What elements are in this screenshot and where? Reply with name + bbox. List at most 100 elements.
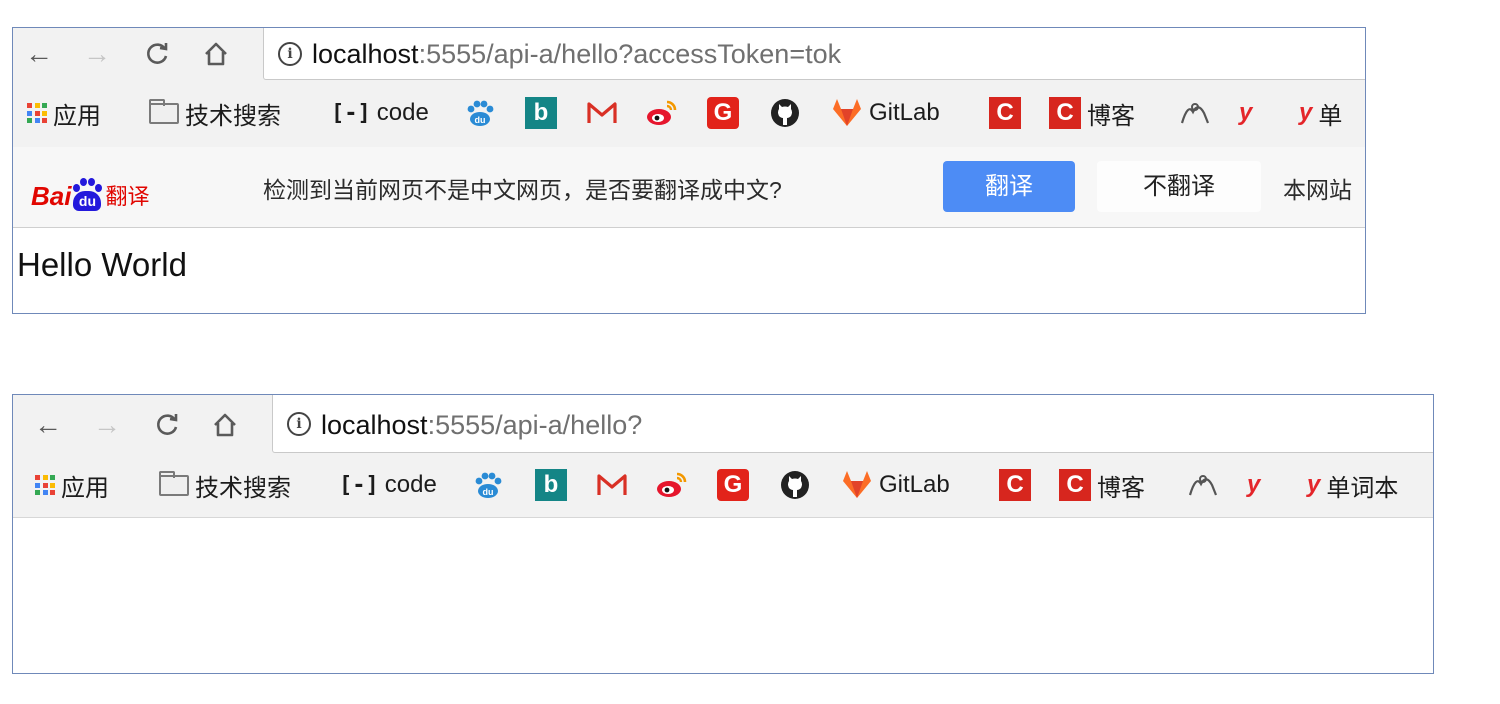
bookmark-weibo[interactable] [655, 467, 689, 503]
url-host: localhost [321, 410, 428, 440]
bookmark-gmail[interactable] [585, 95, 619, 131]
folder-icon [159, 470, 189, 496]
bookmark-code[interactable]: [-] code [331, 95, 429, 131]
svg-text:du: du [483, 487, 494, 497]
this-site-option[interactable]: 本网站 [1283, 171, 1352, 205]
reload-button[interactable] [139, 36, 175, 72]
bookmark-label: code [384, 471, 437, 498]
baidu-paw-icon: du [467, 100, 494, 126]
bookmark-label: GitLab [869, 99, 940, 126]
apps-grid-icon [27, 103, 47, 123]
bookmark-label: 应用 [53, 102, 101, 130]
bookmark-folder-tech-search[interactable]: 技术搜索 [149, 95, 281, 131]
bookmark-label: 应用 [61, 474, 109, 502]
home-button[interactable] [207, 407, 243, 443]
address-bar[interactable]: i localhost:5555/api-a/hello?accessToken… [263, 28, 1365, 80]
bookmark-bing[interactable]: b [525, 95, 557, 131]
bookmark-apps[interactable]: 应用 [27, 95, 101, 131]
bookmark-baidu[interactable]: du [473, 467, 503, 503]
bookmark-gitlab[interactable]: GitLab [841, 467, 950, 503]
baidu-paw-icon: du [475, 472, 502, 498]
translate-question: 检测到当前网页不是中文网页，是否要翻译成中文? [263, 177, 782, 203]
bookmark-label: GitLab [879, 471, 950, 498]
page-content-text: Hello World [17, 246, 187, 283]
bookmark-gitlab[interactable]: GitLab [831, 95, 940, 131]
url-text[interactable]: localhost:5555/api-a/hello?accessToken=t… [312, 38, 841, 70]
bookmark-apps[interactable]: 应用 [35, 467, 109, 503]
github-icon [781, 471, 809, 499]
csdn-blog-icon: C [1049, 97, 1081, 129]
bookmark-gmail[interactable] [595, 467, 629, 503]
bookmark-blog[interactable]: C 博客 [1059, 467, 1145, 503]
youdao-icon: y [1247, 471, 1261, 498]
back-button[interactable]: ← [30, 407, 66, 443]
weibo-icon [647, 100, 677, 125]
csdn-icon: C [989, 97, 1021, 129]
reload-icon [147, 43, 168, 64]
bookmark-blog[interactable]: C 博客 [1049, 95, 1135, 131]
folder-icon [149, 98, 179, 124]
translate-button[interactable]: 翻译 [943, 161, 1075, 212]
home-button[interactable] [198, 36, 234, 72]
baidu-paw-icon: du [73, 178, 103, 211]
bookmark-weibo[interactable] [645, 95, 679, 131]
toolbar: ← → i localhost:5555/api-a/hello? [13, 395, 1433, 453]
bookmark-label: 博客 [1097, 474, 1145, 502]
shanbay-icon [1188, 475, 1218, 496]
apps-grid-icon [35, 475, 55, 495]
bookmark-shanbay[interactable] [1179, 95, 1211, 131]
url-text[interactable]: localhost:5555/api-a/hello? [321, 409, 642, 441]
gmail-icon [587, 102, 617, 123]
bookmark-label: code [376, 99, 429, 126]
bookmark-youdao[interactable]: y [1247, 467, 1260, 503]
bookmark-vocab[interactable]: y 单 [1299, 95, 1342, 131]
bookmark-bing[interactable]: b [535, 467, 567, 503]
home-icon [205, 42, 227, 66]
forward-button[interactable]: → [79, 36, 115, 72]
bookmark-g[interactable]: G [707, 95, 739, 131]
baidu-translate-logo: Bai du 翻译 [31, 163, 149, 211]
toolbar: ← → i localhost:5555/api-a/hello?accessT… [13, 28, 1365, 81]
bookmark-code[interactable]: [-] code [339, 467, 437, 503]
bookmark-github[interactable] [779, 467, 811, 503]
no-translate-button[interactable]: 不翻译 [1097, 161, 1261, 212]
svg-text:du: du [475, 115, 486, 125]
youdao-icon: y [1307, 471, 1321, 498]
reload-icon [157, 414, 178, 435]
bookmark-vocab[interactable]: y 单词本 [1307, 467, 1398, 503]
code-icon: [-] [331, 100, 371, 126]
bookmark-label: 单词本 [1326, 474, 1399, 502]
bookmark-shanbay[interactable] [1187, 467, 1219, 503]
bookmark-github[interactable] [769, 95, 801, 131]
back-button[interactable]: ← [21, 36, 57, 72]
address-bar[interactable]: i localhost:5555/api-a/hello? [272, 395, 1433, 453]
url-host: localhost [312, 39, 419, 69]
bookmark-youdao[interactable]: y [1239, 95, 1252, 131]
bookmark-baidu[interactable]: du [465, 95, 495, 131]
bookmark-csdn[interactable]: C [999, 467, 1031, 503]
bing-icon: b [535, 469, 567, 501]
reload-button[interactable] [149, 407, 185, 443]
bookmark-csdn[interactable]: C [989, 95, 1021, 131]
logo-du: du [73, 191, 102, 211]
bookmark-g[interactable]: G [717, 467, 749, 503]
logo-bai: Bai [31, 181, 72, 211]
logo-fanyi: 翻译 [105, 184, 150, 209]
bing-icon: b [525, 97, 557, 129]
csdn-icon: C [999, 469, 1031, 501]
shanbay-icon [1180, 103, 1210, 124]
youdao-icon: y [1299, 99, 1313, 126]
info-icon[interactable]: i [278, 42, 302, 66]
info-icon[interactable]: i [287, 412, 311, 436]
youdao-icon: y [1239, 99, 1253, 126]
url-path: :5555/api-a/hello?accessToken=tok [418, 39, 842, 69]
browser-window-2: ← → i localhost:5555/api-a/hello? 应用 技术搜… [12, 394, 1434, 674]
browser-window-1: ← → i localhost:5555/api-a/hello?accessT… [12, 27, 1366, 314]
bookmark-label: 技术搜索 [195, 474, 291, 502]
g-icon: G [717, 469, 749, 501]
gitlab-icon [833, 99, 861, 126]
github-icon [771, 99, 799, 127]
bookmark-folder-tech-search[interactable]: 技术搜索 [159, 467, 291, 503]
translate-infobar: Bai du 翻译 检测到当前网页不是中文网页，是否要翻译成中文? 翻译 不翻译… [13, 147, 1365, 228]
forward-button[interactable]: → [89, 407, 125, 443]
